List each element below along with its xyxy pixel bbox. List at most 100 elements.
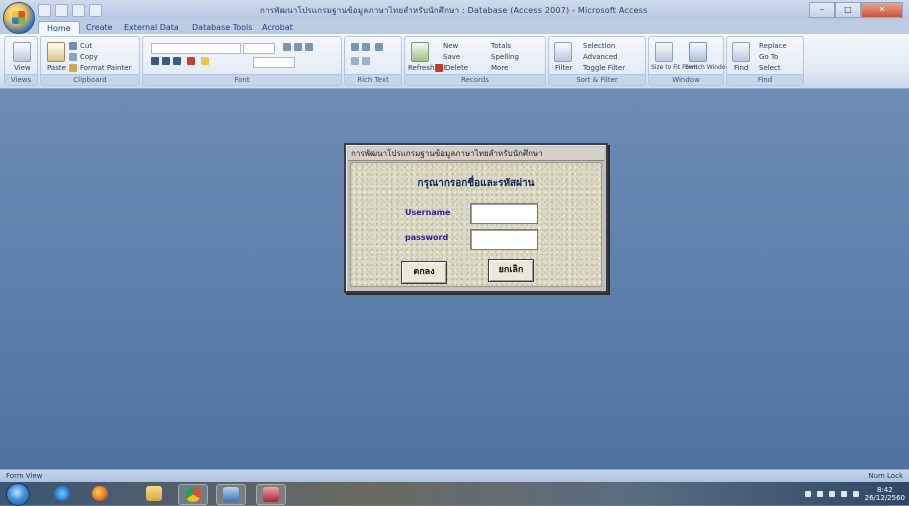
taskbar-firefox[interactable] (86, 484, 114, 503)
tab-acrobat[interactable]: Acrobat (254, 21, 301, 34)
internet-explorer-icon (54, 486, 70, 501)
taskbar-file-explorer[interactable] (140, 484, 168, 503)
totals-label[interactable]: Totals (491, 42, 511, 50)
align-left-icon[interactable] (283, 43, 291, 51)
chrome-icon (185, 487, 201, 502)
delete-icon[interactable] (435, 64, 443, 72)
tray-app-icon[interactable] (804, 490, 811, 497)
status-bar: Form View Num Lock (0, 469, 909, 483)
paste-button-label[interactable]: Paste (47, 64, 66, 72)
start-button-icon[interactable] (6, 483, 30, 506)
close-button[interactable]: ✕ (861, 2, 903, 18)
tab-external-data[interactable]: External Data (116, 21, 187, 34)
replace-label[interactable]: Replace (759, 42, 787, 50)
dialog-title: การพัฒนาโปรแกรมฐานข้อมูลภาษาไทยสำหรับนัก… (348, 147, 604, 161)
save-record-label[interactable]: Save (443, 53, 460, 61)
office-button[interactable] (3, 2, 35, 34)
username-input[interactable] (470, 203, 538, 224)
view-button-label[interactable]: View (14, 64, 31, 72)
highlight-icon[interactable] (362, 57, 370, 65)
status-view-mode: Form View (6, 472, 43, 480)
numbering-icon[interactable] (351, 57, 359, 65)
align-center-icon[interactable] (294, 43, 302, 51)
redo-icon[interactable] (72, 4, 85, 17)
taskbar-internet-explorer[interactable] (48, 484, 76, 503)
font-size-combo[interactable] (243, 43, 275, 54)
bullets-icon[interactable] (375, 43, 383, 51)
customize-qat-icon[interactable] (89, 4, 102, 17)
copy-button-label[interactable]: Copy (80, 53, 98, 61)
indent-icon[interactable] (351, 43, 359, 51)
selection-label[interactable]: Selection (583, 42, 615, 50)
copy-icon[interactable] (69, 53, 77, 61)
cancel-button[interactable]: ยกเลิก (488, 259, 534, 282)
windows-taskbar: 8:42 26/12/2560 (0, 482, 909, 506)
ribbon-group-rich-text: Rich Text (344, 36, 402, 86)
taskbar-access[interactable] (256, 484, 286, 505)
network-icon[interactable] (840, 490, 847, 497)
window-controls: – □ ✕ (809, 2, 903, 18)
more-label[interactable]: More (491, 64, 508, 72)
underline-icon[interactable] (173, 57, 181, 65)
clock-date: 26/12/2560 (864, 493, 905, 502)
ribbon-group-clipboard: Paste Cut Copy Format Painter Clipboard (40, 36, 140, 86)
new-record-label[interactable]: New (443, 42, 458, 50)
cut-icon[interactable] (69, 42, 77, 50)
save-icon[interactable] (38, 4, 51, 17)
tray-flag-icon[interactable] (816, 490, 823, 497)
ribbon-group-find: Find Replace Go To Select Find (726, 36, 804, 86)
switch-windows-icon[interactable] (689, 42, 707, 62)
fill-color-icon[interactable] (201, 57, 209, 65)
password-input[interactable] (470, 229, 538, 250)
ok-button[interactable]: ตกลง (401, 261, 447, 284)
volume-icon[interactable] (852, 490, 859, 497)
access-icon (263, 487, 279, 502)
spelling-label[interactable]: Spelling (491, 53, 519, 61)
group-label-records: Records (405, 74, 545, 85)
clock-time: 8:42 (876, 485, 893, 494)
format-painter-label[interactable]: Format Painter (80, 64, 131, 72)
group-label-views: Views (5, 74, 37, 85)
filter-label[interactable]: Filter (555, 64, 572, 72)
title-bar: การพัฒนาโปรแกรมฐานข้อมูลภาษาไทยสำหรับนัก… (0, 0, 909, 21)
cut-button-label[interactable]: Cut (80, 42, 92, 50)
tray-up-arrow-icon[interactable] (828, 490, 835, 497)
format-painter-icon[interactable] (69, 64, 77, 72)
minimize-button[interactable]: – (809, 2, 835, 18)
tab-create[interactable]: Create (78, 21, 121, 34)
office-logo-icon (12, 11, 25, 24)
advanced-label[interactable]: Advanced (583, 53, 618, 61)
taskbar-clock[interactable]: 8:42 26/12/2560 (865, 486, 905, 502)
font-color-icon[interactable] (187, 57, 195, 65)
dialog-body: กรุณากรอกชื่อและรหัสผ่าน Username passwo… (350, 162, 602, 287)
bold-icon[interactable] (151, 57, 159, 65)
outdent-icon[interactable] (362, 43, 370, 51)
refresh-all-icon[interactable] (411, 42, 429, 62)
filter-icon[interactable] (554, 42, 572, 62)
tab-home[interactable]: Home (38, 21, 80, 35)
username-label: Username (405, 208, 451, 217)
go-to-label[interactable]: Go To (759, 53, 778, 61)
italic-icon[interactable] (162, 57, 170, 65)
size-to-fit-icon[interactable] (655, 42, 673, 62)
tab-database-tools[interactable]: Database Tools (184, 21, 260, 34)
undo-icon[interactable] (55, 4, 68, 17)
taskbar-chrome[interactable] (178, 484, 208, 505)
ribbon-group-views: View Views (4, 36, 38, 86)
maximize-button[interactable]: □ (835, 2, 861, 18)
taskbar-media-player[interactable] (216, 484, 246, 505)
gridlines-combo[interactable] (253, 57, 295, 68)
font-name-combo[interactable] (151, 43, 241, 54)
find-icon[interactable] (732, 42, 750, 62)
align-right-icon[interactable] (305, 43, 313, 51)
group-label-clipboard: Clipboard (41, 74, 139, 85)
paste-icon[interactable] (47, 42, 65, 62)
firefox-icon (92, 486, 108, 501)
find-label[interactable]: Find (734, 64, 748, 72)
select-label[interactable]: Select (759, 64, 781, 72)
delete-record-label[interactable]: Delete (445, 64, 468, 72)
view-icon[interactable] (13, 42, 31, 62)
media-player-icon (223, 487, 239, 502)
group-label-window: Window (649, 74, 723, 85)
toggle-filter-label[interactable]: Toggle Filter (583, 64, 625, 72)
